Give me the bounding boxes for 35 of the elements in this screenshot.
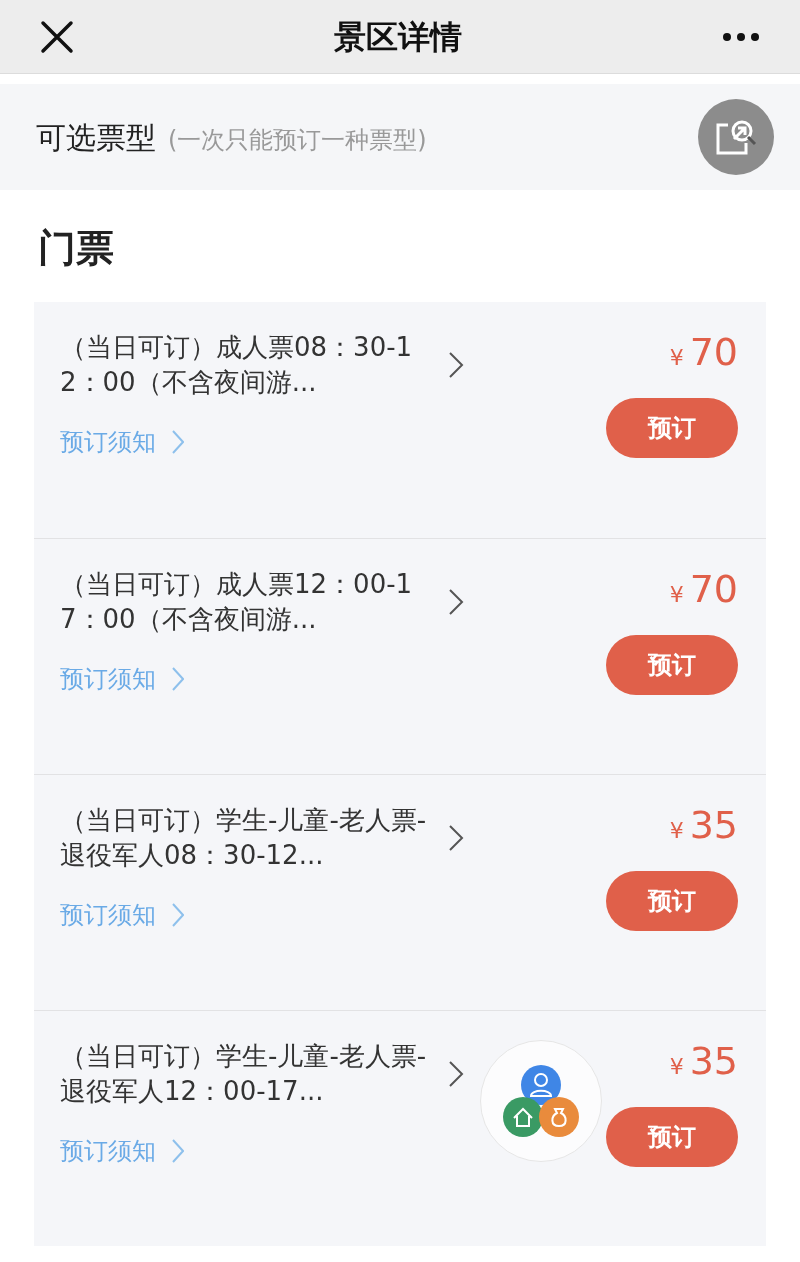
chevron-right-icon bbox=[448, 824, 464, 852]
chevron-right-icon bbox=[448, 351, 464, 379]
close-icon[interactable] bbox=[40, 19, 74, 54]
chevron-right-icon bbox=[172, 903, 184, 927]
more-icon[interactable] bbox=[722, 31, 760, 42]
ticket-type-hint: (一次只能预订一种票型) bbox=[168, 124, 427, 156]
section-title: 门票 bbox=[37, 225, 115, 272]
ticket-row[interactable]: （当日可订）成人票12：00-17：00（不含夜间游... 预订须知 ¥70 预订 bbox=[34, 538, 766, 774]
ticket-row[interactable]: （当日可订）成人票08：30-12：00（不含夜间游... 预订须知 ¥70 预订 bbox=[34, 302, 766, 538]
price: ¥35 bbox=[669, 805, 738, 847]
money-bag-bubble-icon bbox=[539, 1097, 579, 1137]
chevron-right-icon bbox=[172, 667, 184, 691]
booking-notice-link[interactable]: 预订须知 bbox=[60, 424, 184, 460]
ticket-name: （当日可订）学生-儿童-老人票-退役军人12：00-17... bbox=[60, 1040, 428, 1108]
price: ¥70 bbox=[669, 332, 738, 374]
chevron-right-icon bbox=[172, 430, 184, 454]
booking-notice-link[interactable]: 预订须知 bbox=[60, 661, 184, 697]
ticket-name: （当日可订）学生-儿童-老人票-退役军人08：30-12... bbox=[60, 804, 428, 872]
book-button[interactable]: 预订 bbox=[606, 635, 738, 695]
book-button[interactable]: 预订 bbox=[606, 1107, 738, 1167]
chevron-right-icon bbox=[448, 588, 464, 616]
book-button[interactable]: 预订 bbox=[606, 871, 738, 931]
price: ¥70 bbox=[669, 569, 738, 611]
ticket-name: （当日可订）成人票08：30-12：00（不含夜间游... bbox=[60, 331, 414, 399]
page-title: 景区详情 bbox=[334, 16, 462, 58]
booking-notice-link[interactable]: 预订须知 bbox=[60, 1133, 184, 1169]
ticket-type-label: 可选票型 bbox=[36, 118, 156, 157]
chevron-right-icon bbox=[172, 1139, 184, 1163]
booking-notice-link[interactable]: 预订须知 bbox=[60, 897, 184, 933]
home-bubble-icon bbox=[503, 1097, 543, 1137]
price: ¥35 bbox=[669, 1041, 738, 1083]
book-button[interactable]: 预订 bbox=[606, 398, 738, 458]
ticket-name: （当日可订）成人票12：00-17：00（不含夜间游... bbox=[60, 568, 414, 636]
ticket-row[interactable]: （当日可订）学生-儿童-老人票-退役军人08：30-12... 预订须知 ¥35 预订 bbox=[34, 774, 766, 1010]
chevron-right-icon bbox=[448, 1060, 464, 1088]
